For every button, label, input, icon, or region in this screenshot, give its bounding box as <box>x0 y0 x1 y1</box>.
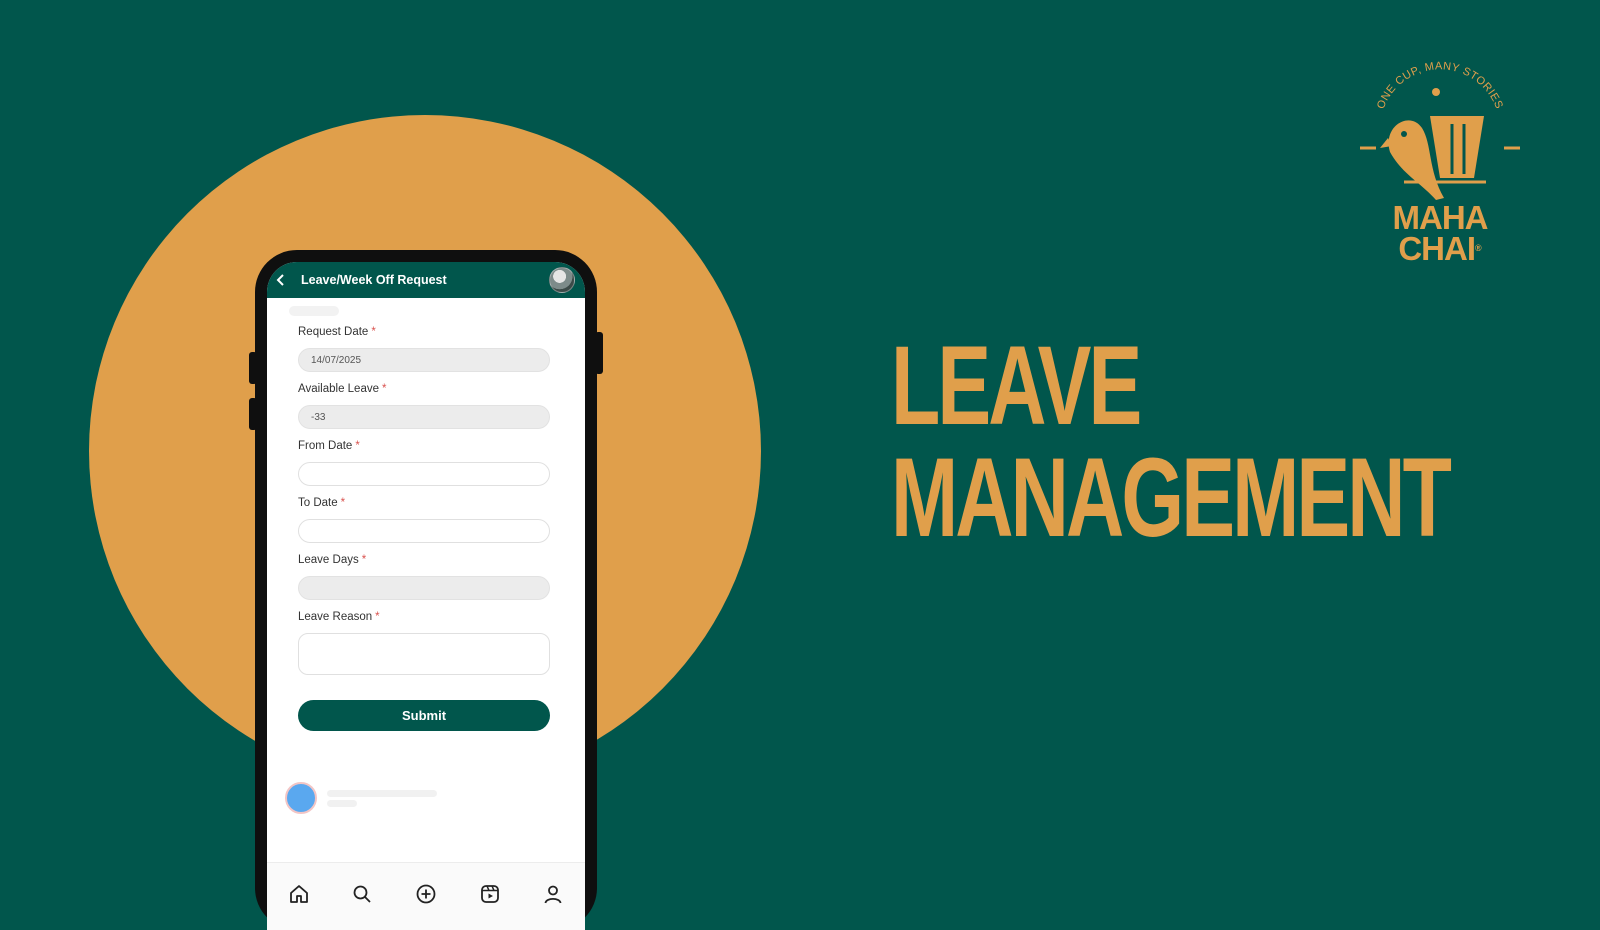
header-title: Leave/Week Off Request <box>301 273 447 287</box>
back-arrow-icon[interactable] <box>267 262 295 298</box>
faded-post-row <box>285 782 437 814</box>
faded-line <box>327 799 357 807</box>
required-mark: * <box>355 440 360 452</box>
maha-chai-logo: ONE CUP, MANY STORIES MAHA CHAI® <box>1358 52 1520 277</box>
required-mark: * <box>340 497 346 509</box>
required-mark: * <box>361 554 367 566</box>
logo-wordmark: MAHA CHAI® <box>1360 199 1520 267</box>
required-mark: * <box>382 383 387 395</box>
headline-line-2: MANAGEMENT <box>891 435 1452 560</box>
profile-icon[interactable] <box>540 881 566 907</box>
request-date-field[interactable]: 14/07/2025 <box>298 348 550 372</box>
search-icon[interactable] <box>349 881 375 907</box>
leave-days-field[interactable] <box>298 576 550 600</box>
leave-reason-field[interactable] <box>298 633 550 675</box>
faded-lines <box>327 787 437 810</box>
flower-icon <box>1432 88 1440 96</box>
phone-screen: Leave/Week Off Request Request Date * 14/… <box>267 262 585 930</box>
user-avatar[interactable] <box>549 267 575 293</box>
app-header: Leave/Week Off Request <box>267 262 585 298</box>
bottom-nav <box>267 862 585 930</box>
to-date-field[interactable] <box>298 519 550 543</box>
faint-tab <box>289 306 339 316</box>
leave-request-form: Request Date * 14/07/2025 Available Leave… <box>298 322 554 731</box>
headline-line-1: LEAVE <box>891 323 1142 448</box>
from-date-label: From Date * <box>298 440 360 452</box>
registered-mark: ® <box>1475 243 1482 253</box>
logo-line-2: CHAI® <box>1398 230 1482 267</box>
available-leave-field[interactable]: -33 <box>298 405 550 429</box>
to-date-label: To Date * <box>298 497 346 509</box>
leave-reason-label: Leave Reason * <box>298 611 380 623</box>
from-date-field[interactable] <box>298 462 550 486</box>
logo-line-1: MAHA <box>1392 199 1489 236</box>
svg-text:ONE CUP, MANY STORIES: ONE CUP, MANY STORIES <box>1375 60 1505 110</box>
home-icon[interactable] <box>286 881 312 907</box>
headline: LEAVE MANAGEMENT <box>891 323 1452 560</box>
available-leave-label: Available Leave * <box>298 383 387 395</box>
faded-line <box>327 789 437 797</box>
logo-tagline: ONE CUP, MANY STORIES <box>1375 60 1505 110</box>
required-mark: * <box>375 611 380 623</box>
reels-icon[interactable] <box>477 881 503 907</box>
required-mark: * <box>371 326 376 338</box>
add-icon[interactable] <box>413 881 439 907</box>
request-date-label: Request Date * <box>298 326 376 338</box>
logo-emblem: ONE CUP, MANY STORIES <box>1358 60 1520 200</box>
leave-days-label: Leave Days * <box>298 554 367 566</box>
phone-mockup: Leave/Week Off Request Request Date * 14/… <box>255 250 597 930</box>
submit-button[interactable]: Submit <box>298 700 550 731</box>
chai-cup-icon <box>1430 116 1484 178</box>
faded-avatar <box>285 782 317 814</box>
